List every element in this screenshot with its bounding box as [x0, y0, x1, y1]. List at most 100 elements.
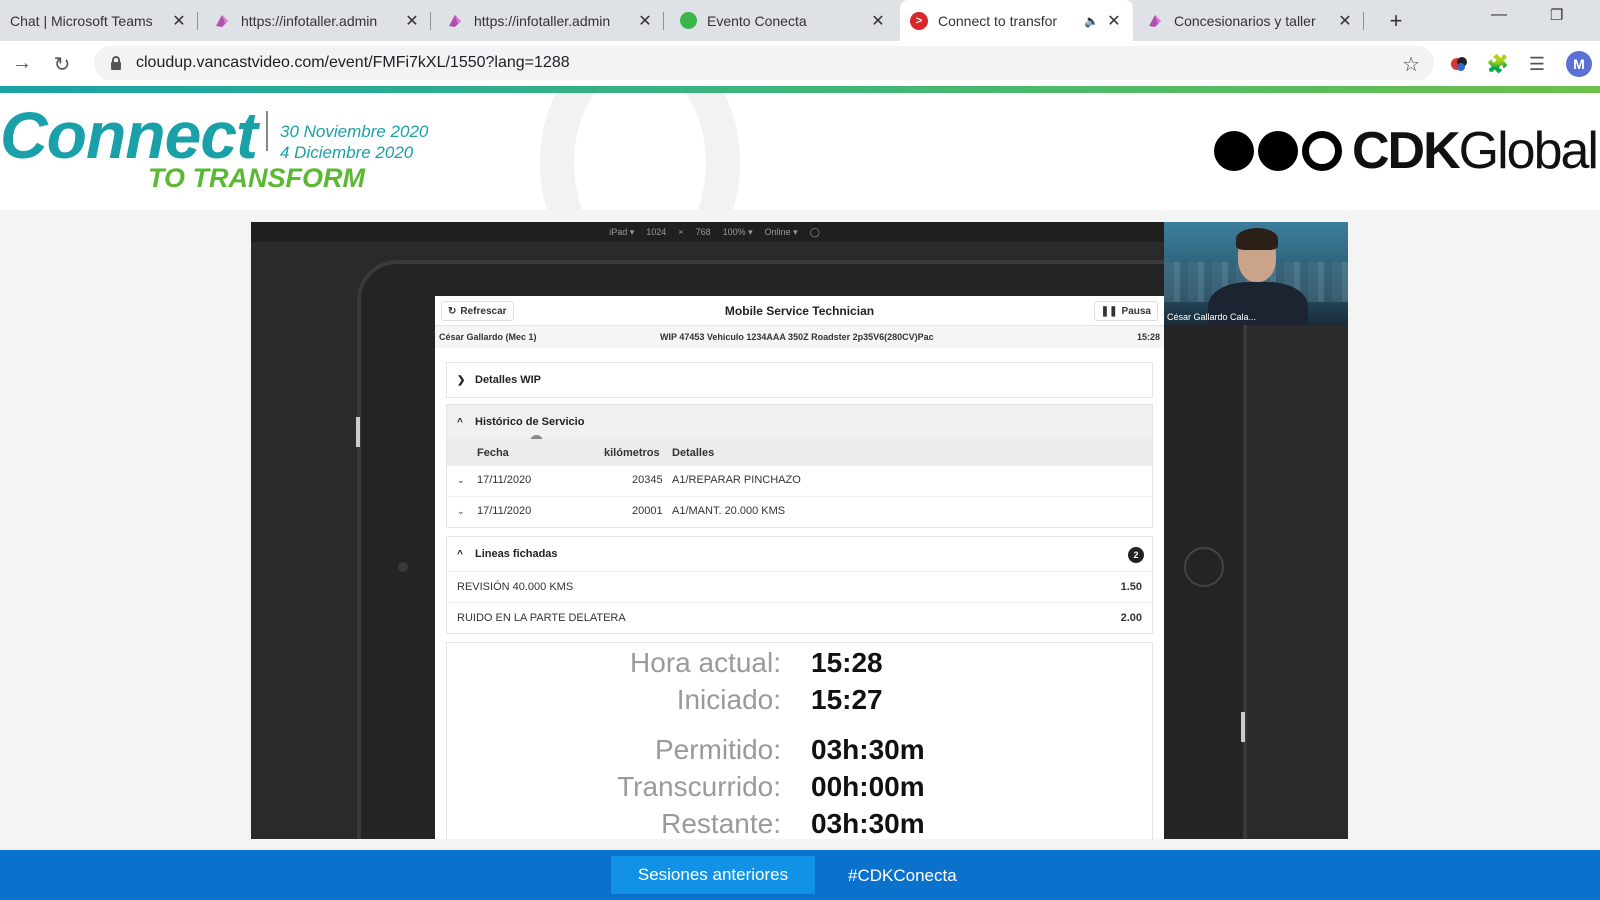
network-select: Online ▾	[764, 226, 798, 237]
restore-icon[interactable]: ❐	[1550, 6, 1563, 24]
timer-value: 15:27	[811, 684, 883, 715]
line-label: REVISIÓN 40.000 KMS	[457, 581, 574, 593]
job-info-bar: César Gallardo (Mec 1) WIP 47453 Vehicul…	[435, 326, 1164, 348]
column-header: kilómetros	[604, 447, 660, 459]
ipad-side-button	[356, 417, 360, 447]
tab-separator	[430, 12, 431, 30]
line-label: RUIDO EN LA PARTE DELATERA	[457, 612, 626, 624]
pause-icon: ❚❚	[1100, 305, 1118, 317]
header-gradient-stripe	[0, 86, 1600, 93]
tab-infotaller-1[interactable]: https://infotaller.admin ✕	[203, 0, 431, 41]
profile-avatar[interactable]: M	[1566, 51, 1592, 77]
bookmark-star-icon[interactable]: ☆	[1402, 52, 1420, 77]
app-title: Mobile Service Technician	[724, 304, 875, 318]
tab-separator	[663, 12, 664, 30]
url-text: cloudup.vancastvideo.com/event/FMFi7kXL/…	[136, 54, 570, 71]
pause-button[interactable]: ❚❚ Pausa	[1093, 301, 1158, 321]
timer-label: Permitido:	[654, 734, 781, 765]
tab-teams[interactable]: Chat | Microsoft Teams ✕	[0, 0, 198, 41]
tab-infotaller-2[interactable]: https://infotaller.admin ✕	[436, 0, 664, 41]
app-toolbar: ↻ Refrescar Mobile Service Technician ❚❚…	[435, 296, 1164, 326]
extension-colorful-icon[interactable]	[1447, 52, 1471, 76]
tab-close-icon[interactable]: ✕	[1336, 11, 1354, 31]
media-queue-icon[interactable]: ☰	[1525, 52, 1549, 76]
tab-connect-to-transform[interactable]: > Connect to transfor 🔈 ✕	[900, 0, 1133, 41]
list-item[interactable]: RUIDO EN LA PARTE DELATERA 2.00	[447, 602, 1152, 633]
timer-row: Transcurrido: 00h:00m	[447, 771, 1152, 807]
column-header: Detalles	[672, 447, 715, 459]
section-title: Histórico de Servicio	[475, 416, 585, 428]
tab-close-icon[interactable]: ✕	[403, 11, 421, 31]
event-footer-bar: Sesiones anteriores #CDKConecta	[0, 850, 1600, 900]
purple-app-icon	[213, 12, 231, 30]
new-tab-icon[interactable]: +	[1383, 8, 1409, 34]
logo-dot	[1258, 131, 1298, 171]
speaker-icon[interactable]: 🔈	[1084, 14, 1099, 28]
timer-label: Hora actual:	[630, 647, 781, 678]
logo-divider	[266, 111, 268, 151]
section-wip-details[interactable]: ❯ Detalles WIP	[446, 362, 1153, 398]
table-row[interactable]: ⌄ 17/11/2020 20001 A1/MANT. 20.000 KMS	[447, 496, 1152, 527]
tab-concesionarios[interactable]: Concesionarios y taller ✕	[1136, 0, 1364, 41]
chevron-down-icon: ❯	[457, 374, 466, 386]
previous-sessions-button[interactable]: Sesiones anteriores	[611, 856, 815, 894]
event-dates: 30 Noviembre 2020 4 Diciembre 2020	[280, 121, 428, 163]
ipad-side-button	[1241, 712, 1245, 742]
timer-label: Restante:	[661, 808, 781, 839]
tab-title: https://infotaller.admin	[241, 12, 378, 29]
purple-app-icon	[446, 12, 464, 30]
table-row[interactable]: ⌄ 17/11/2020 20345 A1/REPARAR PINCHAZO	[447, 465, 1152, 496]
lock-icon	[111, 56, 121, 70]
logo-ring	[1302, 131, 1342, 171]
tab-close-icon[interactable]: ✕	[1105, 11, 1123, 31]
tab-close-icon[interactable]: ✕	[170, 11, 188, 31]
tab-separator	[197, 12, 198, 30]
tab-title: Connect to transfor	[938, 12, 1058, 29]
pause-label: Pausa	[1121, 305, 1151, 317]
browser-tab-bar: Chat | Microsoft Teams ✕ https://infotal…	[0, 0, 1600, 41]
section-header[interactable]: ^ Histórico de Servicio	[447, 405, 1152, 439]
connect-logo-tagline: TO TRANSFORM	[148, 163, 365, 193]
line-value: 2.00	[1120, 612, 1142, 624]
forward-icon[interactable]: →	[10, 52, 34, 75]
logo-dot	[1214, 131, 1254, 171]
list-item[interactable]: REVISIÓN 40.000 KMS 1.50	[447, 571, 1152, 602]
device-width: 1024	[646, 227, 667, 237]
chevron-up-icon: ^	[457, 548, 463, 560]
reload-icon[interactable]: ↻	[50, 52, 74, 77]
timer-panel: Hora actual: 15:28 Iniciado: 15:27 Permi…	[446, 642, 1153, 839]
rotate-icon: ◯	[809, 226, 820, 237]
section-title: Lineas fichadas	[475, 548, 558, 560]
timer-value: 03h:30m	[811, 734, 925, 765]
row-details: A1/REPARAR PINCHAZO	[672, 474, 801, 486]
wip-description: WIP 47453 Vehiculo 1234AAA 350Z Roadster…	[660, 332, 934, 342]
line-value: 1.50	[1120, 581, 1142, 593]
red-play-icon: >	[910, 11, 928, 30]
timer-value: 03h:30m	[811, 808, 925, 839]
zoom-select: 100% ▾	[722, 226, 753, 237]
column-header: Fecha	[477, 447, 509, 459]
chevron-down-icon[interactable]: ⌄	[457, 506, 465, 517]
device-height: 768	[695, 227, 711, 237]
green-circle-icon	[679, 12, 697, 30]
cdk-global-logo: CDKGlobal.	[1214, 121, 1600, 181]
tab-close-icon[interactable]: ✕	[869, 11, 887, 31]
minimize-icon[interactable]: —	[1491, 6, 1507, 24]
tab-close-icon[interactable]: ✕	[636, 11, 654, 31]
purple-app-icon	[1146, 12, 1164, 30]
row-km: 20345	[632, 474, 663, 486]
row-date: 17/11/2020	[477, 505, 532, 517]
address-bar-row: → ↻ cloudup.vancastvideo.com/event/FMFi7…	[0, 41, 1600, 86]
section-logged-lines[interactable]: ^ Lineas fichadas 2 REVISIÓN 40.000 KMS …	[446, 536, 1153, 634]
tab-evento-conecta[interactable]: Evento Conecta ✕	[669, 0, 897, 41]
timer-label: Iniciado:	[676, 684, 781, 715]
section-header[interactable]: ❯ Detalles WIP	[447, 363, 1152, 397]
section-service-history[interactable]: ^ Histórico de Servicio Fecha kilómetros…	[446, 404, 1153, 528]
chevron-down-icon[interactable]: ⌄	[457, 475, 465, 486]
section-header[interactable]: ^ Lineas fichadas 2	[447, 537, 1152, 571]
extensions-puzzle-icon[interactable]: 🧩	[1486, 52, 1510, 76]
omnibox[interactable]: cloudup.vancastvideo.com/event/FMFi7kXL/…	[94, 46, 1434, 80]
decorative-arc	[540, 93, 740, 210]
row-details: A1/MANT. 20.000 KMS	[672, 505, 786, 517]
row-km: 20001	[632, 505, 663, 517]
